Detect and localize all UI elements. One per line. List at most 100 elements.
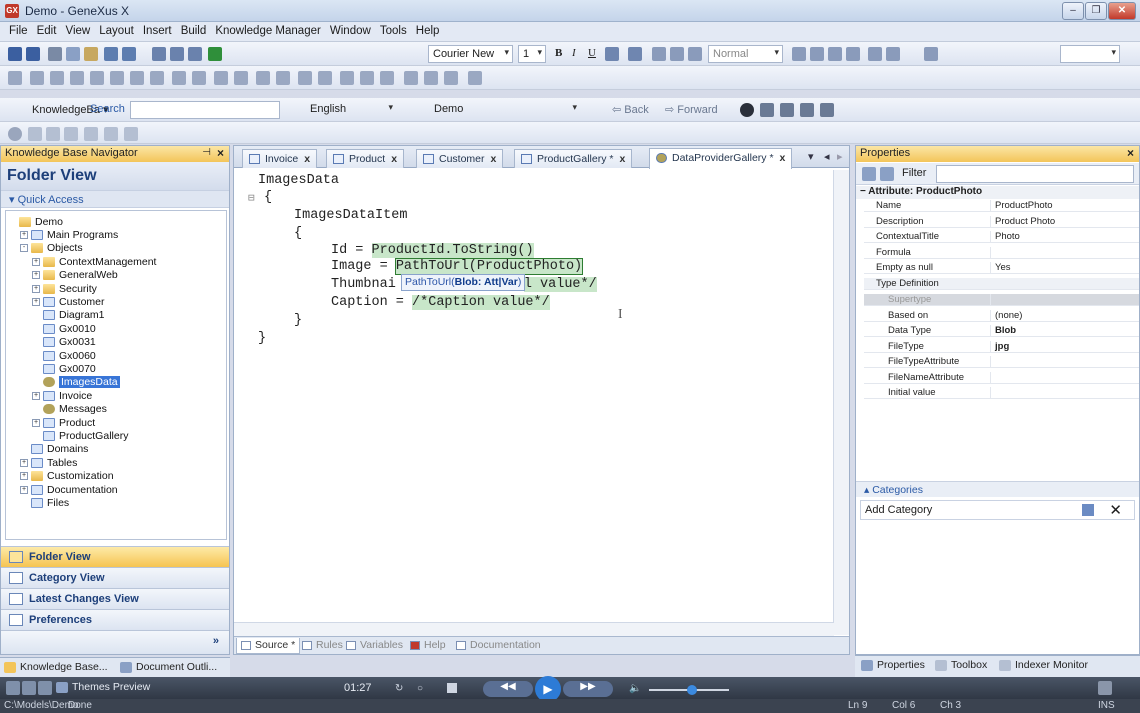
deploy-icon[interactable]	[188, 47, 202, 61]
tab-invoice[interactable]: Invoice x	[242, 149, 318, 168]
tab-properties[interactable]: Properties	[859, 659, 925, 671]
insert-row-icon[interactable]	[234, 71, 248, 85]
tree-item[interactable]: ProductGallery	[32, 429, 128, 442]
close-tab-icon[interactable]: x	[780, 152, 786, 164]
property-value[interactable]: Photo	[990, 231, 1020, 243]
menu-layout[interactable]: Layout	[96, 22, 137, 40]
start-icon[interactable]	[6, 681, 20, 695]
step-out-icon[interactable]	[124, 127, 138, 141]
properties-icon[interactable]	[760, 103, 774, 117]
tree-item[interactable]: + ContextManagement	[32, 255, 156, 268]
step-over-icon[interactable]	[104, 127, 118, 141]
close-tab-icon[interactable]: x	[619, 153, 625, 165]
tab-toolbox[interactable]: Toolbox	[933, 659, 987, 671]
superscript-icon[interactable]	[886, 47, 900, 61]
pin-icon[interactable]: ⊣	[202, 147, 211, 158]
repeat-icon[interactable]: ↻	[395, 683, 415, 695]
order-icon[interactable]	[404, 71, 418, 85]
spacing-dec-icon[interactable]	[380, 71, 394, 85]
maximize-button[interactable]: ❐	[1085, 2, 1107, 20]
font-select[interactable]: Courier New ▾	[428, 45, 513, 63]
volume-icon[interactable]: 🔈	[629, 683, 641, 694]
latest-changes-view-button[interactable]: Latest Changes View	[1, 588, 229, 609]
expand-toggle-icon[interactable]: +	[32, 271, 40, 280]
tree-item[interactable]: - Objects	[20, 242, 83, 255]
spacing-inc-icon[interactable]	[360, 71, 374, 85]
category-view-button[interactable]: Category View	[1, 567, 229, 588]
spacing-icon[interactable]	[340, 71, 354, 85]
cut-icon[interactable]	[48, 47, 62, 61]
tree-item[interactable]: Demo	[8, 215, 63, 228]
close-panel-icon[interactable]: ×	[217, 146, 224, 160]
close-tab-icon[interactable]: x	[491, 153, 497, 165]
folder-view-button[interactable]: Folder View	[1, 546, 229, 567]
filter-input[interactable]	[936, 165, 1134, 183]
tree-item[interactable]: + GeneralWeb	[32, 269, 118, 282]
forward-button[interactable]: ⇨ Forward	[665, 103, 718, 116]
close-panel-icon[interactable]: ×	[1127, 146, 1134, 160]
themes-preview-button[interactable]: Themes Preview	[54, 681, 150, 693]
menu-edit[interactable]: Edit	[34, 22, 60, 40]
minimize-button[interactable]: –	[1062, 2, 1084, 20]
redo-icon[interactable]	[122, 47, 136, 61]
add-category-icon[interactable]	[1082, 504, 1094, 516]
tab-source[interactable]: Source *	[236, 638, 301, 654]
align-bottom-icon[interactable]	[70, 71, 84, 85]
same-height-icon[interactable]	[130, 71, 144, 85]
property-value[interactable]	[990, 371, 995, 384]
same-width-icon[interactable]	[110, 71, 124, 85]
tab-scroll-left-icon[interactable]: ◂	[824, 150, 830, 163]
filter-button[interactable]: Filter	[902, 167, 926, 179]
preferences-button[interactable]: Preferences	[1, 609, 229, 630]
expand-toggle-icon[interactable]: +	[20, 485, 28, 494]
code-editor[interactable]: ImagesData ⊟ { ImagesDataItem { Id = Pro…	[234, 170, 849, 635]
underline-button[interactable]: U	[588, 47, 596, 59]
expand-toggle-icon[interactable]: +	[32, 297, 40, 306]
property-value[interactable]: jpg	[990, 340, 1009, 353]
bullets-icon[interactable]	[792, 47, 806, 61]
property-value[interactable]: (none)	[990, 309, 1022, 322]
property-value[interactable]	[990, 246, 995, 259]
save-all-icon[interactable]	[26, 47, 40, 61]
tab-productgallery[interactable]: ProductGallery * x	[514, 149, 633, 168]
vertical-scrollbar[interactable]	[833, 170, 849, 635]
property-value[interactable]	[990, 387, 995, 399]
tab-dataprovidergallery[interactable]: DataProviderGallery * x	[649, 148, 793, 169]
tree-item[interactable]: Domains	[20, 443, 88, 456]
distribute-icon[interactable]	[90, 71, 104, 85]
indent-icon[interactable]	[828, 47, 842, 61]
tree-item[interactable]: + Main Programs	[20, 228, 118, 241]
tab-customer[interactable]: Customer x	[416, 149, 504, 168]
tree-item[interactable]: Diagram1	[32, 309, 105, 322]
menu-file[interactable]: File	[6, 22, 31, 40]
tree-item[interactable]: ImagesData	[32, 376, 120, 389]
pause-icon[interactable]	[46, 127, 60, 141]
language-select[interactable]: English ▾	[306, 101, 396, 119]
zoom-icon[interactable]	[924, 47, 938, 61]
property-row[interactable]: Description Product Photo	[864, 215, 1139, 228]
align-left-icon[interactable]	[652, 47, 666, 61]
property-row[interactable]: Empty as null Yes	[864, 262, 1139, 274]
back-button[interactable]: ⇦ Back	[612, 103, 649, 116]
type-property-row[interactable]: Initial value	[864, 387, 1139, 399]
categories-header[interactable]: ▴ Categories	[856, 481, 1139, 497]
close-tab-icon[interactable]: x	[391, 153, 397, 165]
close-button[interactable]: ✕	[1108, 2, 1136, 20]
step-icon[interactable]	[64, 127, 78, 141]
folder-tree[interactable]: Demo + Main Programs - Objects + ContextManage…	[5, 210, 227, 540]
tree-item[interactable]: + Documentation	[20, 483, 118, 496]
table-icon[interactable]	[214, 71, 228, 85]
tree-item[interactable]: + Product	[32, 416, 95, 429]
nav-overflow[interactable]: »	[1, 630, 229, 654]
undo-icon[interactable]	[104, 47, 118, 61]
run-icon[interactable]	[208, 47, 222, 61]
copy-icon[interactable]	[66, 47, 80, 61]
property-value[interactable]: Yes	[990, 262, 1011, 274]
explorer-icon[interactable]	[22, 681, 36, 695]
center-v-icon[interactable]	[192, 71, 206, 85]
tab-documentation[interactable]: Documentation	[452, 638, 545, 654]
tab-scroll-right-icon[interactable]: ▸	[837, 150, 843, 163]
horizontal-scrollbar[interactable]	[234, 622, 834, 636]
tree-item[interactable]: Messages	[32, 403, 107, 416]
tree-item[interactable]: Gx0031	[32, 336, 96, 349]
